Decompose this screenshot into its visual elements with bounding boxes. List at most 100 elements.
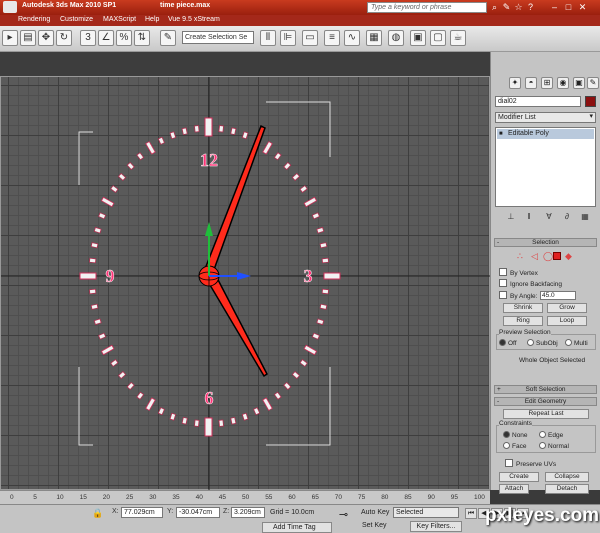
angle-snap-icon[interactable]: ∠ (98, 30, 114, 46)
vertex-mode-icon[interactable]: ∴ (517, 251, 523, 262)
spinner-snap-icon[interactable]: ⇅ (134, 30, 150, 46)
detach-button[interactable]: Detach (545, 484, 589, 494)
angle-field[interactable]: 45.0 (540, 291, 576, 300)
display-tab-icon[interactable]: ▣ (573, 77, 585, 89)
curve-editor-icon[interactable]: ∿ (344, 30, 360, 46)
auto-key-button[interactable]: Auto Key (361, 509, 389, 516)
edge-mode-icon[interactable]: ◁ (531, 251, 538, 262)
ruler-tick-label: 20 (102, 494, 111, 501)
modify-tab-icon[interactable]: ◓ (525, 77, 537, 89)
search-input[interactable]: Type a keyword or phrase (367, 2, 487, 13)
constraint-none-radio[interactable]: None (503, 431, 528, 439)
rotate-icon[interactable]: ↻ (56, 30, 72, 46)
render-teapot-icon[interactable]: ☕ (450, 30, 466, 46)
x-coordinate-field[interactable]: 77.029cm (121, 507, 163, 518)
element-mode-icon[interactable]: ◆ (565, 251, 572, 262)
minimize-icon[interactable]: – (549, 2, 560, 13)
binoculars-icon[interactable]: ⌕ (489, 2, 500, 13)
menu-rendering[interactable]: Rendering (18, 16, 50, 23)
minute-marker (98, 212, 107, 220)
stack-item-editable-poly[interactable]: Editable Poly (497, 129, 594, 139)
preserve-uvs-checkbox[interactable]: Preserve UVs (505, 459, 556, 468)
hierarchy-tab-icon[interactable]: ⊞ (541, 77, 553, 89)
selection-rollout-header[interactable]: - Selection (494, 238, 597, 247)
constraint-normal-radio[interactable]: Normal (539, 442, 569, 450)
key-mode-dropdown[interactable]: Selected (393, 507, 459, 518)
pin-stack-icon[interactable]: ⊥ (505, 211, 517, 223)
app-logo-icon[interactable] (3, 1, 17, 13)
menu-help[interactable]: Help (145, 16, 159, 23)
hour-marker (100, 196, 115, 208)
add-time-tag-button[interactable]: Add Time Tag (262, 522, 332, 533)
graphite-icon[interactable]: ≡ (324, 30, 340, 46)
constraint-face-radio[interactable]: Face (503, 442, 526, 450)
menu-vue[interactable]: Vue 9.5 xStream (168, 16, 220, 23)
ignore-backfacing-checkbox[interactable]: Ignore Backfacing (499, 279, 562, 288)
collapse-button[interactable]: Collapse (545, 472, 589, 482)
ruler-tick-label: 100 (474, 494, 485, 501)
show-end-result-icon[interactable]: ‖ (523, 211, 535, 223)
lock-selection-icon[interactable]: 🔒 (92, 508, 103, 519)
object-color-swatch[interactable] (585, 96, 596, 107)
preview-off-radio[interactable]: Off (499, 339, 517, 347)
grow-button[interactable]: Grow (547, 303, 587, 313)
clock-model[interactable]: 12 3 6 9 (1, 77, 491, 491)
make-unique-icon[interactable]: ∀ (543, 211, 555, 223)
constraint-edge-radio[interactable]: Edge (539, 431, 563, 439)
align-icon[interactable]: ⊫ (280, 30, 296, 46)
maximize-icon[interactable]: □ (563, 2, 574, 13)
create-tab-icon[interactable]: ✦ (509, 77, 521, 89)
selection-set-dropdown[interactable]: Create Selection Se (182, 31, 254, 44)
select-by-name-icon[interactable]: ▤ (20, 30, 36, 46)
help-icon[interactable]: ? (525, 2, 536, 13)
loop-button[interactable]: Loop (547, 316, 587, 326)
z-coordinate-field[interactable]: 3.209cm (231, 507, 265, 518)
preview-subobj-radio[interactable]: SubObj (527, 339, 558, 347)
attach-button[interactable]: Attach (499, 484, 529, 494)
time-ruler[interactable]: 0 5 10 15 20 25 30 35 40 45 50 55 60 65 70 75 80 85 90 95 10… (0, 490, 490, 504)
key-filters-button[interactable]: Key Filters... (410, 521, 462, 532)
select-icon[interactable]: ▸ (2, 30, 18, 46)
soft-selection-rollout-header[interactable]: + Soft Selection (494, 385, 597, 394)
star-icon[interactable]: ☆ (513, 2, 524, 13)
perspective-viewport[interactable]: 12 3 6 9 (0, 76, 491, 491)
by-vertex-checkbox[interactable]: By Vertex (499, 268, 538, 277)
modifier-list-dropdown[interactable]: Modifier List (495, 112, 596, 123)
edit-named-sel-icon[interactable]: ✎ (160, 30, 176, 46)
menu-customize[interactable]: Customize (60, 16, 93, 23)
gizmo-y-arrow (205, 222, 213, 236)
remove-modifier-icon[interactable]: ∂ (561, 211, 573, 223)
move-icon[interactable]: ✥ (38, 30, 54, 46)
border-mode-icon[interactable]: ◯ (543, 251, 553, 262)
ruler-tick-label: 15 (79, 494, 87, 501)
utilities-tab-icon[interactable]: ✎ (587, 77, 599, 89)
percent-snap-icon[interactable]: % (116, 30, 132, 46)
object-name-field[interactable]: dial02 (495, 96, 581, 107)
layer-manager-icon[interactable]: ▭ (302, 30, 318, 46)
snap-icon[interactable]: 3 (80, 30, 96, 46)
key-icon[interactable]: ⊸ (338, 510, 349, 521)
motion-tab-icon[interactable]: ◉ (557, 77, 569, 89)
minute-marker (316, 226, 325, 234)
material-editor-icon[interactable]: ◍ (388, 30, 404, 46)
create-button[interactable]: Create (499, 472, 539, 482)
infocenter-icon[interactable]: ✎ (501, 2, 512, 13)
go-to-start-icon[interactable]: ⏮ (465, 508, 477, 519)
by-angle-checkbox[interactable]: By Angle: (499, 291, 537, 300)
ruler-tick-label: 80 (381, 494, 389, 501)
mirror-icon[interactable]: ⫴ (260, 30, 276, 46)
render-frame-icon[interactable]: ▢ (430, 30, 446, 46)
render-setup-icon[interactable]: ▣ (410, 30, 426, 46)
menu-maxscript[interactable]: MAXScript (103, 16, 136, 23)
shrink-button[interactable]: Shrink (503, 303, 543, 313)
set-key-button[interactable]: Set Key (362, 522, 387, 529)
schematic-icon[interactable]: ▦ (366, 30, 382, 46)
edit-geometry-rollout-header[interactable]: - Edit Geometry (494, 397, 597, 406)
preview-multi-radio[interactable]: Multi (565, 339, 588, 347)
y-coordinate-field[interactable]: -30.047cm (176, 507, 220, 518)
repeat-last-button[interactable]: Repeat Last (503, 409, 589, 419)
ring-button[interactable]: Ring (503, 316, 543, 326)
configure-sets-icon[interactable]: ▦ (579, 211, 591, 223)
polygon-mode-icon[interactable] (553, 252, 561, 260)
close-icon[interactable]: ✕ (577, 2, 588, 13)
